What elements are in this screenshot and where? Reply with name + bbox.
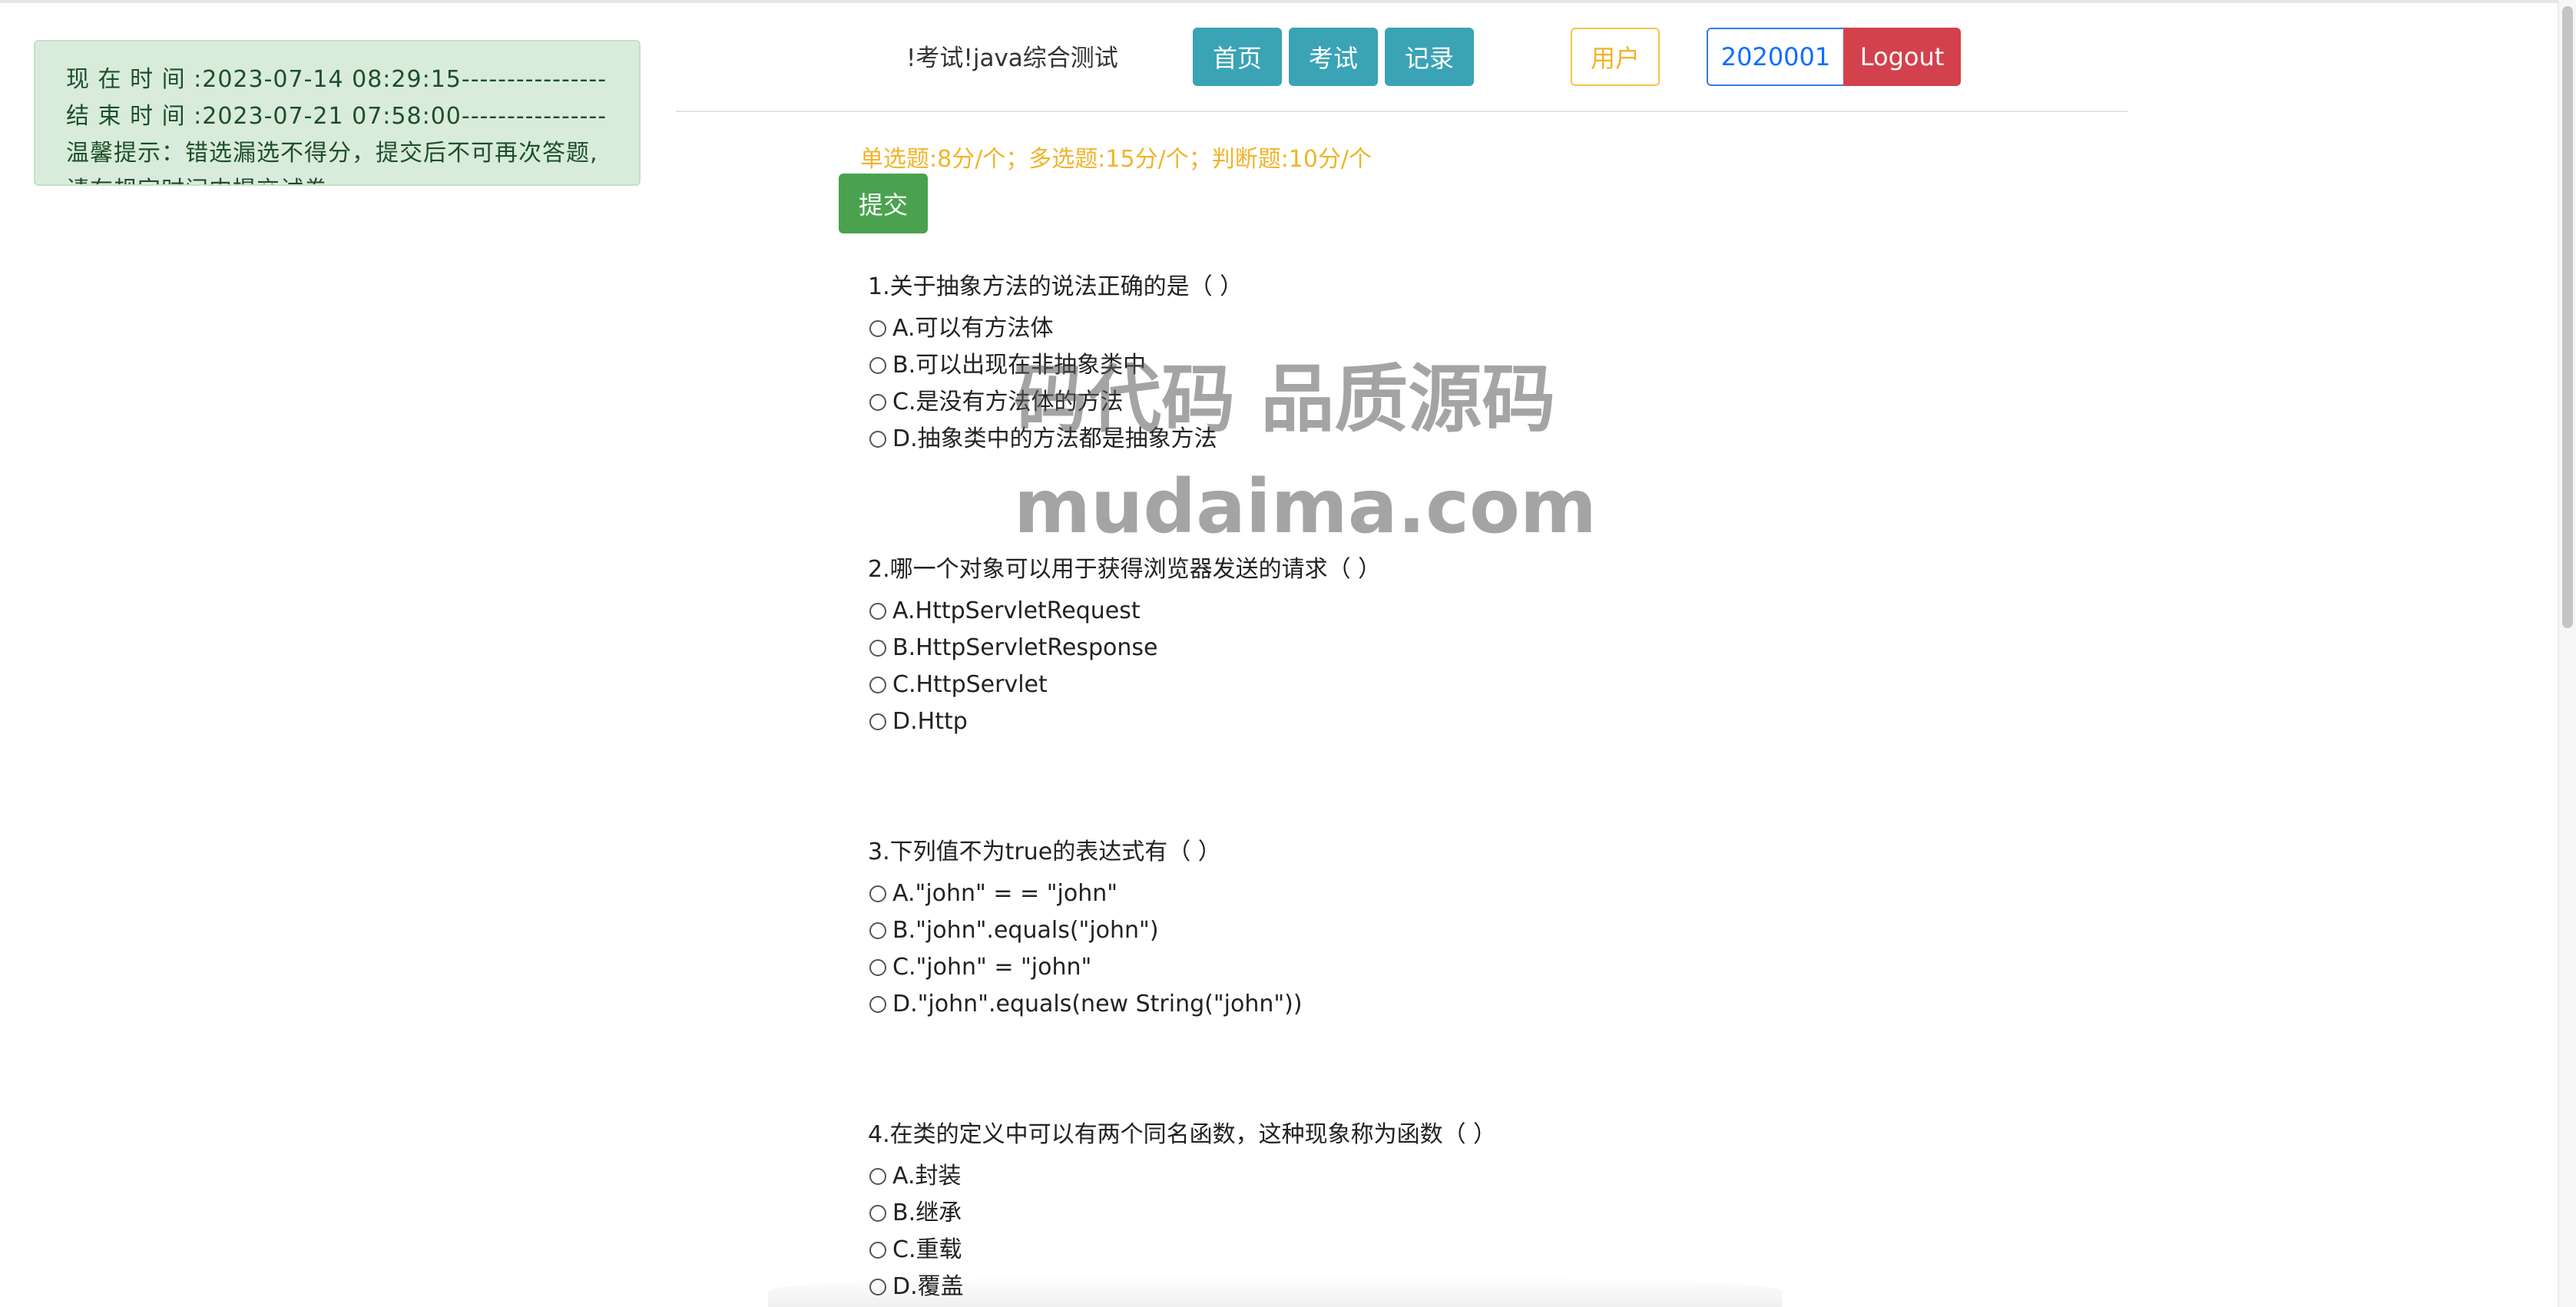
header-divider bbox=[676, 111, 2127, 112]
option-b[interactable]: B.可以出现在非抽象类中 bbox=[868, 347, 2020, 384]
option-label: B.可以出现在非抽象类中 bbox=[892, 352, 1147, 379]
radio-icon[interactable] bbox=[869, 320, 886, 337]
option-label: A.HttpServletRequest bbox=[892, 597, 1141, 624]
radio-icon[interactable] bbox=[869, 996, 886, 1013]
option-d[interactable]: D.抽象类中的方法都是抽象方法 bbox=[868, 421, 2020, 458]
radio-icon[interactable] bbox=[869, 603, 886, 620]
option-label: C."john" = "john" bbox=[892, 954, 1092, 981]
submit-button[interactable]: 提交 bbox=[839, 174, 928, 233]
option-label: A.可以有方法体 bbox=[892, 315, 1054, 342]
option-label: C.重载 bbox=[892, 1236, 962, 1263]
option-b[interactable]: B."john".equals("john") bbox=[868, 912, 2020, 949]
radio-icon[interactable] bbox=[869, 959, 886, 976]
question-title: 1.关于抽象方法的说法正确的是（ ） bbox=[868, 273, 1243, 300]
question-title: 3.下列值不为true的表达式有（ ） bbox=[868, 839, 1221, 865]
option-label: A.封装 bbox=[892, 1163, 962, 1190]
option-label: B.HttpServletResponse bbox=[892, 634, 1158, 661]
top-border bbox=[0, 0, 2576, 3]
radio-icon[interactable] bbox=[869, 640, 886, 657]
option-label: D.Http bbox=[892, 708, 968, 735]
option-b[interactable]: B.HttpServletResponse bbox=[868, 630, 2020, 667]
question-3: 3.下列值不为true的表达式有（ ） A."john" = = "john" … bbox=[868, 829, 2020, 1023]
option-c[interactable]: C.HttpServlet bbox=[868, 667, 2020, 703]
question-title: 4.在类的定义中可以有两个同名函数，这种现象称为函数（ ） bbox=[868, 1121, 1497, 1148]
option-c[interactable]: C.是没有方法体的方法 bbox=[868, 384, 2020, 421]
radio-icon[interactable] bbox=[869, 922, 886, 939]
option-label: B.继承 bbox=[892, 1199, 962, 1226]
option-a[interactable]: A.HttpServletRequest bbox=[868, 593, 2020, 630]
question-1: 1.关于抽象方法的说法正确的是（ ） A.可以有方法体 B.可以出现在非抽象类中… bbox=[868, 264, 2020, 458]
nav-records-button[interactable]: 记录 bbox=[1385, 28, 1474, 86]
option-a[interactable]: A."john" = = "john" bbox=[868, 875, 2020, 912]
exam-page: 现 在 时 间 :2023-07-14 08:29:15------------… bbox=[0, 0, 2576, 1307]
question-2: 2.哪一个对象可以用于获得浏览器发送的请求（ ） A.HttpServletRe… bbox=[868, 547, 2020, 740]
watermark-line-2: mudaima.com bbox=[1014, 464, 1597, 550]
radio-icon[interactable] bbox=[869, 1168, 886, 1185]
radio-icon[interactable] bbox=[869, 1205, 886, 1222]
option-a[interactable]: A.可以有方法体 bbox=[868, 310, 2020, 347]
option-b[interactable]: B.继承 bbox=[868, 1195, 2020, 1232]
option-c[interactable]: C."john" = "john" bbox=[868, 949, 2020, 986]
option-c[interactable]: C.重载 bbox=[868, 1232, 2020, 1269]
option-d[interactable]: D.Http bbox=[868, 703, 2020, 740]
bottom-shadow bbox=[768, 1275, 1782, 1307]
score-info: 单选题:8分/个；多选题:15分/个；判断题:10分/个 bbox=[860, 146, 1372, 173]
scrollbar[interactable] bbox=[2558, 0, 2576, 1307]
radio-icon[interactable] bbox=[869, 713, 886, 730]
exam-title: !考试!java综合测试 bbox=[906, 45, 1118, 72]
user-button[interactable]: 用户 bbox=[1571, 28, 1660, 86]
radio-icon[interactable] bbox=[869, 357, 886, 374]
nav-home-button[interactable]: 首页 bbox=[1193, 28, 1282, 86]
scrollbar-thumb[interactable] bbox=[2562, 6, 2573, 628]
radio-icon[interactable] bbox=[869, 394, 886, 411]
logout-button[interactable]: Logout bbox=[1843, 28, 1961, 86]
question-title: 2.哪一个对象可以用于获得浏览器发送的请求（ ） bbox=[868, 556, 1382, 583]
radio-icon[interactable] bbox=[869, 885, 886, 902]
user-id-button[interactable]: 2020001 bbox=[1707, 28, 1845, 86]
option-a[interactable]: A.封装 bbox=[868, 1158, 2020, 1195]
option-label: C.HttpServlet bbox=[892, 671, 1048, 698]
option-label: C.是没有方法体的方法 bbox=[892, 389, 1124, 415]
option-label: A."john" = = "john" bbox=[892, 880, 1118, 907]
radio-icon[interactable] bbox=[869, 1242, 886, 1259]
time-notice: 现 在 时 间 :2023-07-14 08:29:15------------… bbox=[34, 40, 641, 186]
option-label: D."john".equals(new String("john")) bbox=[892, 991, 1303, 1017]
option-label: D.抽象类中的方法都是抽象方法 bbox=[892, 425, 1217, 452]
radio-icon[interactable] bbox=[869, 431, 886, 448]
option-d[interactable]: D."john".equals(new String("john")) bbox=[868, 986, 2020, 1023]
option-label: B."john".equals("john") bbox=[892, 917, 1159, 944]
radio-icon[interactable] bbox=[869, 677, 886, 693]
nav-exam-button[interactable]: 考试 bbox=[1289, 28, 1378, 86]
